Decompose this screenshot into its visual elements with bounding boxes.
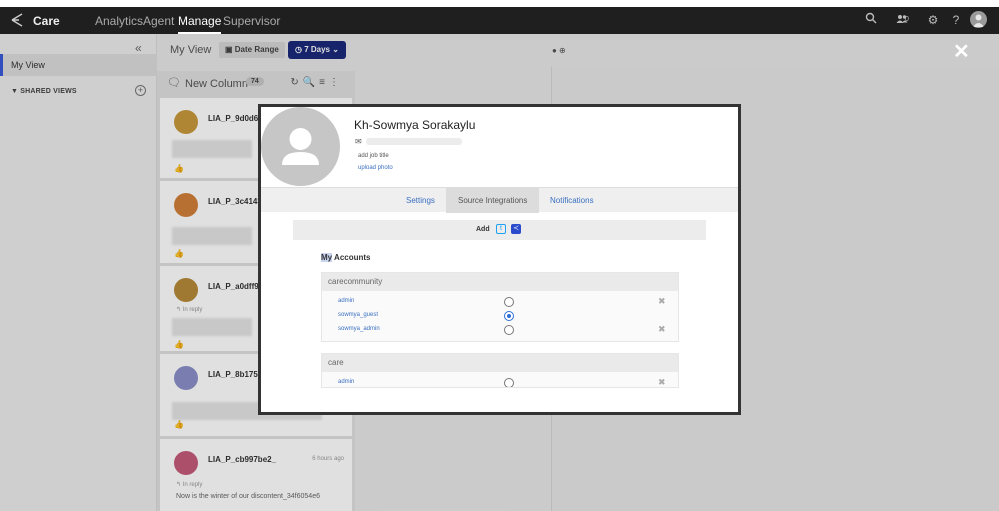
email-value <box>366 138 462 145</box>
account-group-carecommunity: carecommunity admin ✖ sowmya_guest sowmy… <box>321 272 679 342</box>
nav-agent[interactable]: Agent <box>143 14 174 28</box>
nav-analytics[interactable]: Analytics <box>95 14 143 28</box>
account-group-care: care admin ✖ <box>321 353 679 388</box>
gear-icon[interactable]: ⚙ <box>925 12 941 28</box>
account-name[interactable]: sowmya_guest <box>338 312 378 318</box>
account-row: sowmya_admin ✖ <box>322 323 678 337</box>
group-name: carecommunity <box>322 273 678 291</box>
nav-manage[interactable]: Manage <box>178 14 222 34</box>
add-job-title-link[interactable]: add job title <box>358 153 389 159</box>
account-row: admin ✖ <box>322 376 678 387</box>
twitter-icon[interactable]: t <box>496 224 506 234</box>
upload-photo-link[interactable]: upload photo <box>358 165 393 171</box>
profile-modal: Kh-Sowmya Sorakaylu ✉ add job title uplo… <box>258 104 741 415</box>
account-name[interactable]: sowmya_admin <box>338 326 380 332</box>
tab-settings[interactable]: Settings <box>394 188 447 213</box>
tab-source-integrations[interactable]: Source Integrations <box>446 188 540 213</box>
delete-icon[interactable]: ✖ <box>658 324 666 335</box>
add-label: Add <box>476 226 490 233</box>
account-row: admin ✖ <box>322 295 678 309</box>
default-account-radio[interactable] <box>504 297 514 307</box>
avatar[interactable] <box>970 11 987 28</box>
default-account-radio[interactable] <box>504 311 514 321</box>
modal-tabs: Settings Source Integrations Notificatio… <box>261 187 738 213</box>
my-accounts-heading: My Accounts <box>321 253 371 262</box>
profile-header: Kh-Sowmya Sorakaylu ✉ add job title uplo… <box>261 107 738 187</box>
account-name[interactable]: admin <box>338 379 354 385</box>
top-navigation-bar: Care Analytics Agent Manage Supervisor 0… <box>0 7 999 34</box>
default-account-radio[interactable] <box>504 325 514 335</box>
users-count: 0 <box>905 16 909 23</box>
tab-notifications[interactable]: Notifications <box>538 188 606 213</box>
delete-icon[interactable]: ✖ <box>658 377 666 387</box>
nav-supervisor[interactable]: Supervisor <box>223 14 280 28</box>
care-logo-icon <box>11 13 23 27</box>
add-integration-bar: Add t ≺ <box>293 220 706 240</box>
help-icon[interactable]: ? <box>948 12 964 28</box>
brand-name[interactable]: Care <box>33 14 60 28</box>
profile-avatar[interactable] <box>261 107 340 186</box>
mail-icon: ✉ <box>355 137 362 146</box>
close-icon[interactable]: ✕ <box>953 42 970 62</box>
profile-name: Kh-Sowmya Sorakaylu <box>354 118 476 132</box>
account-row: sowmya_guest <box>322 309 678 323</box>
account-name[interactable]: admin <box>338 298 354 304</box>
group-name: care <box>322 354 678 372</box>
community-icon[interactable]: ≺ <box>511 224 521 234</box>
search-icon[interactable] <box>863 12 879 28</box>
default-account-radio[interactable] <box>504 378 514 387</box>
delete-icon[interactable]: ✖ <box>658 296 666 307</box>
